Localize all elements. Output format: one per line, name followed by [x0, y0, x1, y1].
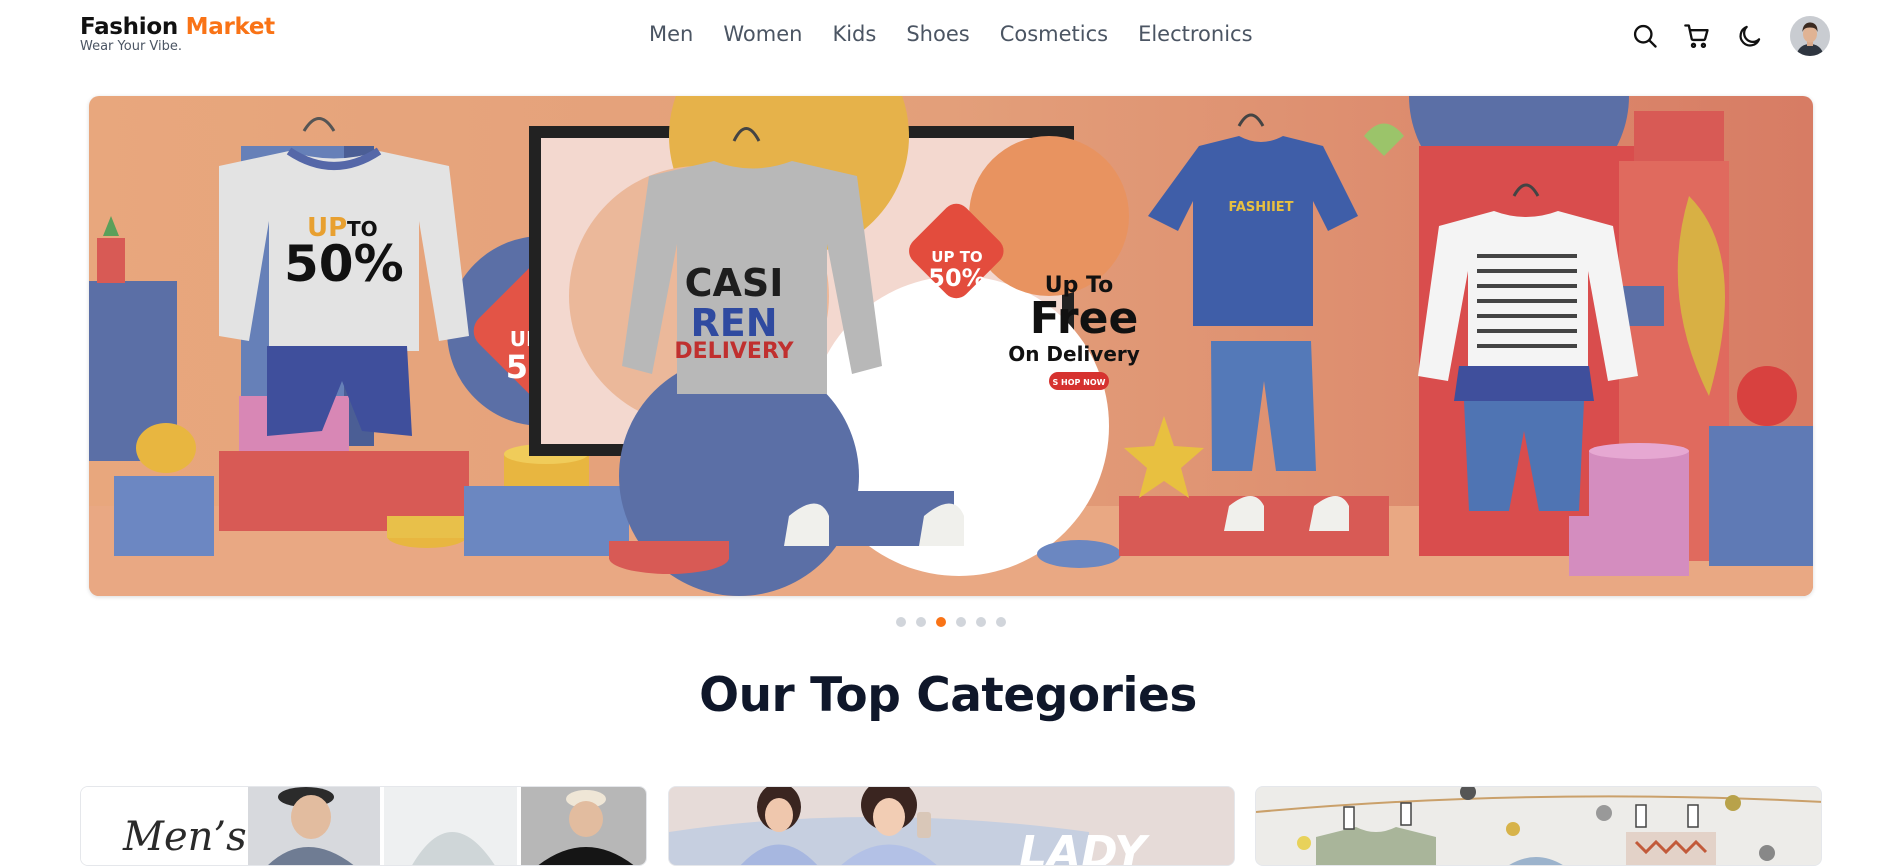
category-card-women[interactable]: LADY: [668, 786, 1235, 866]
search-icon[interactable]: [1630, 21, 1660, 51]
banner-tshirt-text: FASHIIET: [1228, 200, 1293, 215]
category-men-image: Men’s: [81, 787, 646, 865]
nav-kids[interactable]: Kids: [832, 22, 876, 46]
brand-name-part2: Market: [185, 14, 276, 40]
nav-cosmetics[interactable]: Cosmetics: [1000, 22, 1108, 46]
category-card-men[interactable]: Men’s: [80, 786, 647, 866]
carousel-dot[interactable]: [896, 617, 906, 627]
banner-free-main: Free: [1030, 293, 1139, 344]
category-women-image: LADY: [669, 787, 1234, 866]
category-men-label: Men’s: [122, 814, 247, 860]
category-kids-image: [1256, 787, 1821, 865]
banner-tag2-pct: 50%: [928, 264, 985, 292]
brand-logo[interactable]: Fashion Market Wear Your Vibe.: [80, 14, 275, 54]
carousel-dot[interactable]: [916, 617, 926, 627]
banner-shirt-line1: CASI: [685, 261, 784, 305]
carousel-dot[interactable]: [996, 617, 1006, 627]
banner-free-on: On Delivery: [1008, 342, 1140, 366]
banner-shop-label: S HOP NOW: [1052, 378, 1105, 387]
category-women-label: LADY: [1019, 827, 1150, 866]
carousel-dots: [896, 617, 1006, 627]
brand-name-part1: Fashion: [80, 14, 178, 40]
carousel-dot[interactable]: [956, 617, 966, 627]
category-cards: Men’s LADY: [80, 786, 1822, 866]
avatar[interactable]: [1790, 16, 1830, 56]
nav-men[interactable]: Men: [649, 22, 693, 46]
banner-shirt-line3: DELIVERY: [674, 339, 794, 364]
header-actions: [1630, 16, 1830, 56]
main-nav: Men Women Kids Shoes Cosmetics Electroni…: [649, 22, 1253, 46]
nav-women[interactable]: Women: [723, 22, 802, 46]
nav-electronics[interactable]: Electronics: [1138, 22, 1252, 46]
banner-illustration: UP TO 50% UP TO 50% CASI REN DELIVERY UP…: [89, 96, 1813, 596]
carousel-dot[interactable]: [976, 617, 986, 627]
brand-tagline: Wear Your Vibe.: [80, 39, 183, 54]
moon-icon[interactable]: [1734, 21, 1764, 51]
brand-title: Fashion Market: [80, 14, 275, 40]
banner-left-pct: 50%: [284, 235, 404, 293]
cart-icon[interactable]: [1682, 21, 1712, 51]
site-header: Fashion Market Wear Your Vibe. Men Women…: [0, 0, 1896, 72]
nav-shoes[interactable]: Shoes: [906, 22, 969, 46]
category-card-kids[interactable]: [1255, 786, 1822, 866]
carousel-dot-active[interactable]: [936, 617, 946, 627]
hero-banner[interactable]: UP TO 50% UP TO 50% CASI REN DELIVERY UP…: [89, 96, 1813, 596]
section-title: Our Top Categories: [699, 668, 1197, 723]
